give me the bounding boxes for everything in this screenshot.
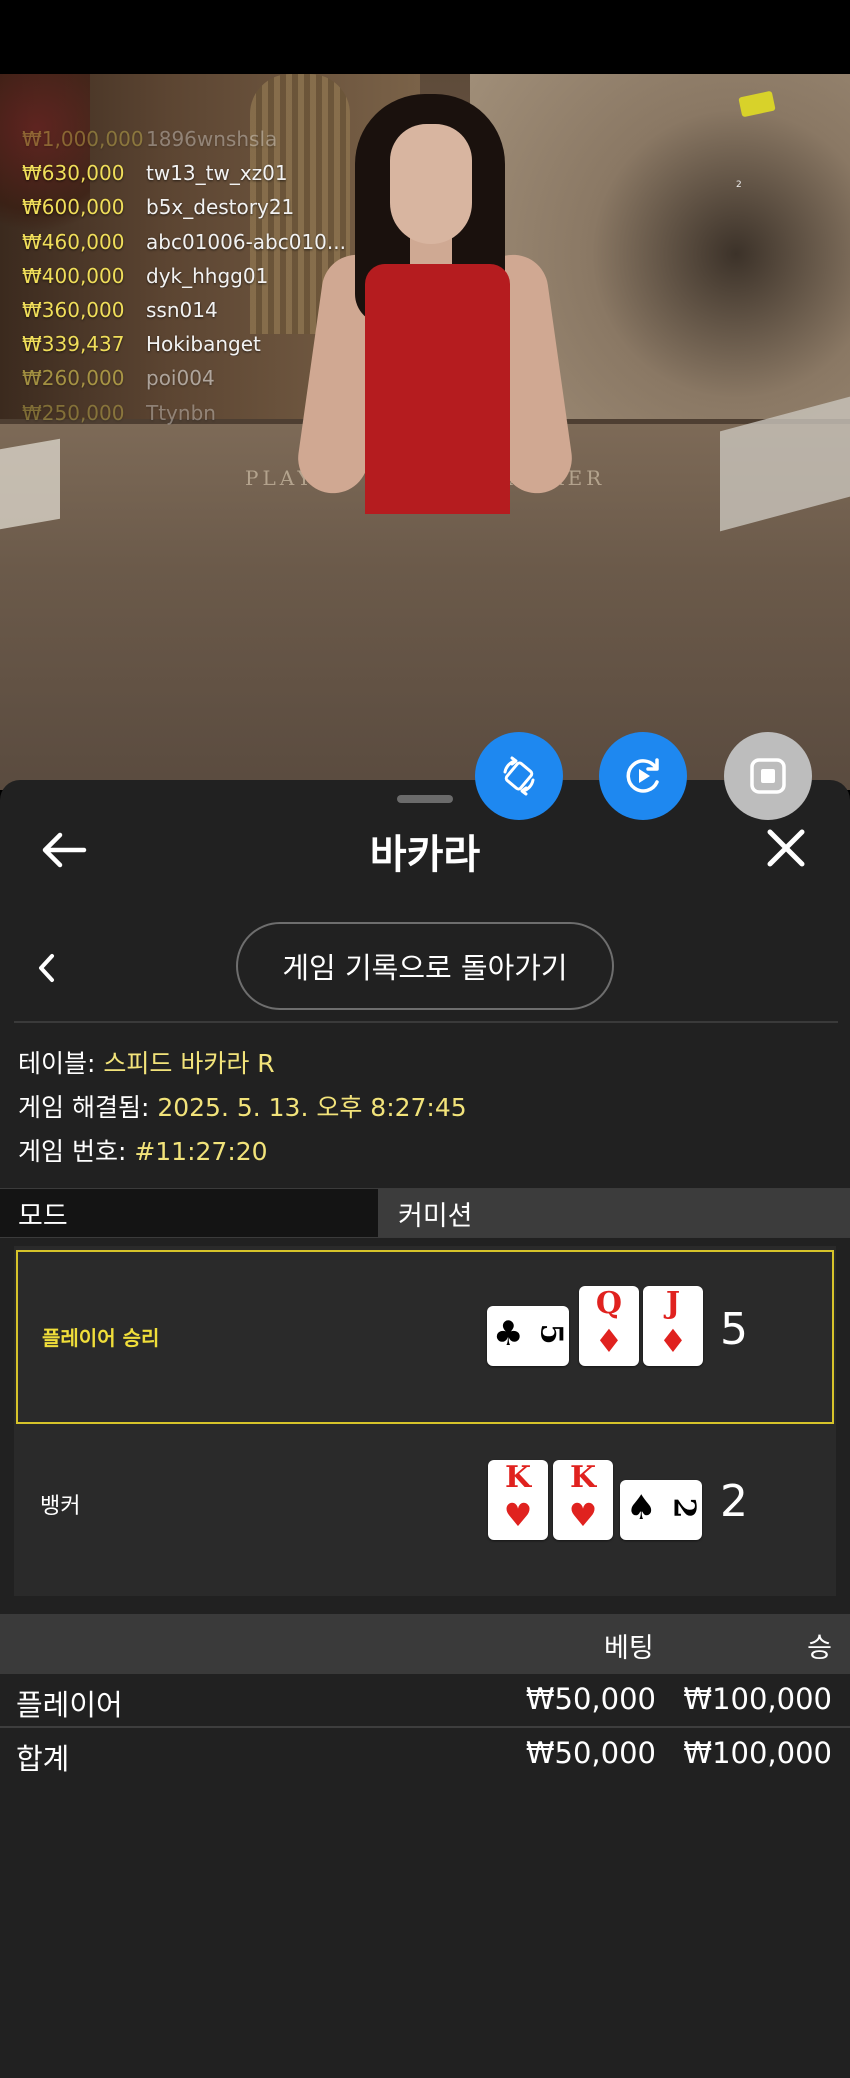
leaderboard-name: ssn014 xyxy=(146,298,218,323)
bet-row-label: 합계 xyxy=(16,1742,70,1776)
leaderboard-row: ₩339,437 Hokibanget xyxy=(22,327,346,361)
playing-card: ♣ 5 xyxy=(487,1306,569,1366)
leaderboard-row: ₩250,000 Ttynbn xyxy=(22,396,346,430)
swap-table-button[interactable] xyxy=(475,732,563,820)
leaderboard-row: ₩460,000 abc01006-abc010... xyxy=(22,225,346,259)
commission-label: 커미션 xyxy=(378,1189,850,1237)
table-info: 테이블: 스피드 바카라 R xyxy=(18,1044,275,1080)
mode-row: 모드 커미션 xyxy=(0,1188,850,1238)
playing-card: K ♥ xyxy=(553,1460,613,1540)
leaderboard-amount: ₩250,000 xyxy=(22,400,125,425)
result-panel: 플레이어 승리 ♣ 5 Q ♦ J ♦ 5 뱅커 K ♥ K ♥ ♠ 2 2 xyxy=(14,1246,836,1596)
leaderboard-amount: ₩260,000 xyxy=(22,366,125,391)
leaderboard-row: ₩630,000 tw13_tw_xz01 xyxy=(22,156,346,190)
table-row: 플레이어 ₩50,000 ₩100,000 xyxy=(0,1674,850,1726)
player-result-box: 플레이어 승리 xyxy=(16,1250,834,1424)
leaderboard-amount: ₩630,000 xyxy=(22,161,125,186)
leaderboard-row: ₩400,000 dyk_hhgg01 xyxy=(22,259,346,293)
leaderboard-amount: ₩400,000 xyxy=(22,263,125,288)
player-win-label: 플레이어 승리 xyxy=(42,1326,160,1350)
close-icon[interactable] xyxy=(764,826,808,870)
game-number-label: 게임 번호: xyxy=(18,1137,135,1166)
video-marker: 2 xyxy=(736,180,742,190)
leaderboard-row: ₩1,000,000 1896wnshsla xyxy=(22,122,346,156)
card-suit: ♠ xyxy=(626,1488,657,1528)
card-rank: J xyxy=(665,1286,681,1321)
resolved-info: 게임 해결됨: 2025. 5. 13. 오후 8:27:45 xyxy=(18,1088,467,1124)
banker-score: 2 xyxy=(720,1476,748,1527)
card-rank: Q xyxy=(595,1286,623,1321)
leaderboard-amount: ₩339,437 xyxy=(22,332,125,357)
leaderboard-name: Hokibanget xyxy=(146,332,261,357)
chevron-left-icon[interactable] xyxy=(32,950,62,986)
resolved-info-label: 게임 해결됨: xyxy=(18,1093,158,1122)
player-score: 5 xyxy=(720,1304,748,1355)
card-rank: 2 xyxy=(666,1497,702,1519)
leaderboard-name: b5x_destory21 xyxy=(146,195,295,220)
leaderboard-amount: ₩360,000 xyxy=(22,298,125,323)
mode-label: 모드 xyxy=(0,1189,378,1237)
table-info-value: 스피드 바카라 R xyxy=(103,1049,275,1078)
game-history-sheet: 바카라 게임 기록으로 돌아가기 테이블: 스피드 바카라 R 게임 해결됨: … xyxy=(0,780,850,2078)
replay-button[interactable] xyxy=(599,732,687,820)
card-suit: ♥ xyxy=(503,1496,533,1534)
leaderboard-name: tw13_tw_xz01 xyxy=(146,161,288,186)
return-to-history-button[interactable]: 게임 기록으로 돌아가기 xyxy=(236,922,614,1010)
leaderboard-amount: ₩460,000 xyxy=(22,229,125,254)
table-info-label: 테이블: xyxy=(18,1049,104,1078)
card-suit: ♣ xyxy=(493,1314,524,1354)
replay-icon xyxy=(626,758,659,793)
dealer-face xyxy=(390,124,472,244)
table-row: 합계 ₩50,000 ₩100,000 xyxy=(0,1728,850,1780)
leaderboard-name: poi004 xyxy=(146,366,215,391)
dealer-dress xyxy=(365,264,510,514)
win-amount: ₩100,000 xyxy=(683,1736,832,1770)
leaderboard-row: ₩360,000 ssn014 xyxy=(22,293,346,327)
bet-column-header: 베팅 xyxy=(604,1633,654,1664)
game-number-value: #11:27:20 xyxy=(134,1137,268,1166)
leaderboard-name: Ttynbn xyxy=(146,400,216,425)
win-column-header: 승 xyxy=(807,1633,832,1664)
leaderboard-name: abc01006-abc010... xyxy=(146,229,346,254)
game-number-info: 게임 번호: #11:27:20 xyxy=(18,1132,268,1168)
leaderboard-row: ₩600,000 b5x_destory21 xyxy=(22,190,346,224)
swap-table-icon xyxy=(503,756,535,796)
bet-amount: ₩50,000 xyxy=(525,1736,656,1770)
playing-card: ♠ 2 xyxy=(620,1480,702,1540)
win-amount: ₩100,000 xyxy=(683,1682,832,1716)
sheet-title: 바카라 xyxy=(369,832,481,878)
winners-leaderboard: ₩1,000,000 1896wnshsla ₩630,000 tw13_tw_… xyxy=(22,122,346,430)
card-rank: 5 xyxy=(533,1323,569,1345)
stop-button[interactable] xyxy=(724,732,812,820)
card-rank: K xyxy=(569,1460,597,1495)
card-suit: ♦ xyxy=(658,1322,688,1360)
card-discard xyxy=(0,438,60,530)
resolved-info-value: 2025. 5. 13. 오후 8:27:45 xyxy=(157,1093,467,1122)
leaderboard-name: dyk_hhgg01 xyxy=(146,263,269,288)
divider xyxy=(14,1021,838,1023)
card-suit: ♦ xyxy=(594,1322,624,1360)
card-suit: ♥ xyxy=(568,1496,598,1534)
playing-card: Q ♦ xyxy=(579,1286,639,1366)
banker-label: 뱅커 xyxy=(40,1494,81,1519)
status-bar xyxy=(0,0,850,74)
leaderboard-name: 1896wnshsla xyxy=(146,127,278,152)
leaderboard-row: ₩260,000 poi004 xyxy=(22,361,346,395)
bet-row-label: 플레이어 xyxy=(16,1688,123,1722)
leaderboard-amount: ₩600,000 xyxy=(22,195,125,220)
bets-table-header: 베팅 승 xyxy=(0,1614,850,1674)
playing-card: K ♥ xyxy=(488,1460,548,1540)
bet-amount: ₩50,000 xyxy=(525,1682,656,1716)
stop-icon xyxy=(750,758,786,794)
card-rank: K xyxy=(504,1460,532,1495)
sheet-drag-handle[interactable] xyxy=(397,795,453,803)
leaderboard-amount: ₩1,000,000 xyxy=(22,127,144,152)
playing-card: J ♦ xyxy=(643,1286,703,1366)
